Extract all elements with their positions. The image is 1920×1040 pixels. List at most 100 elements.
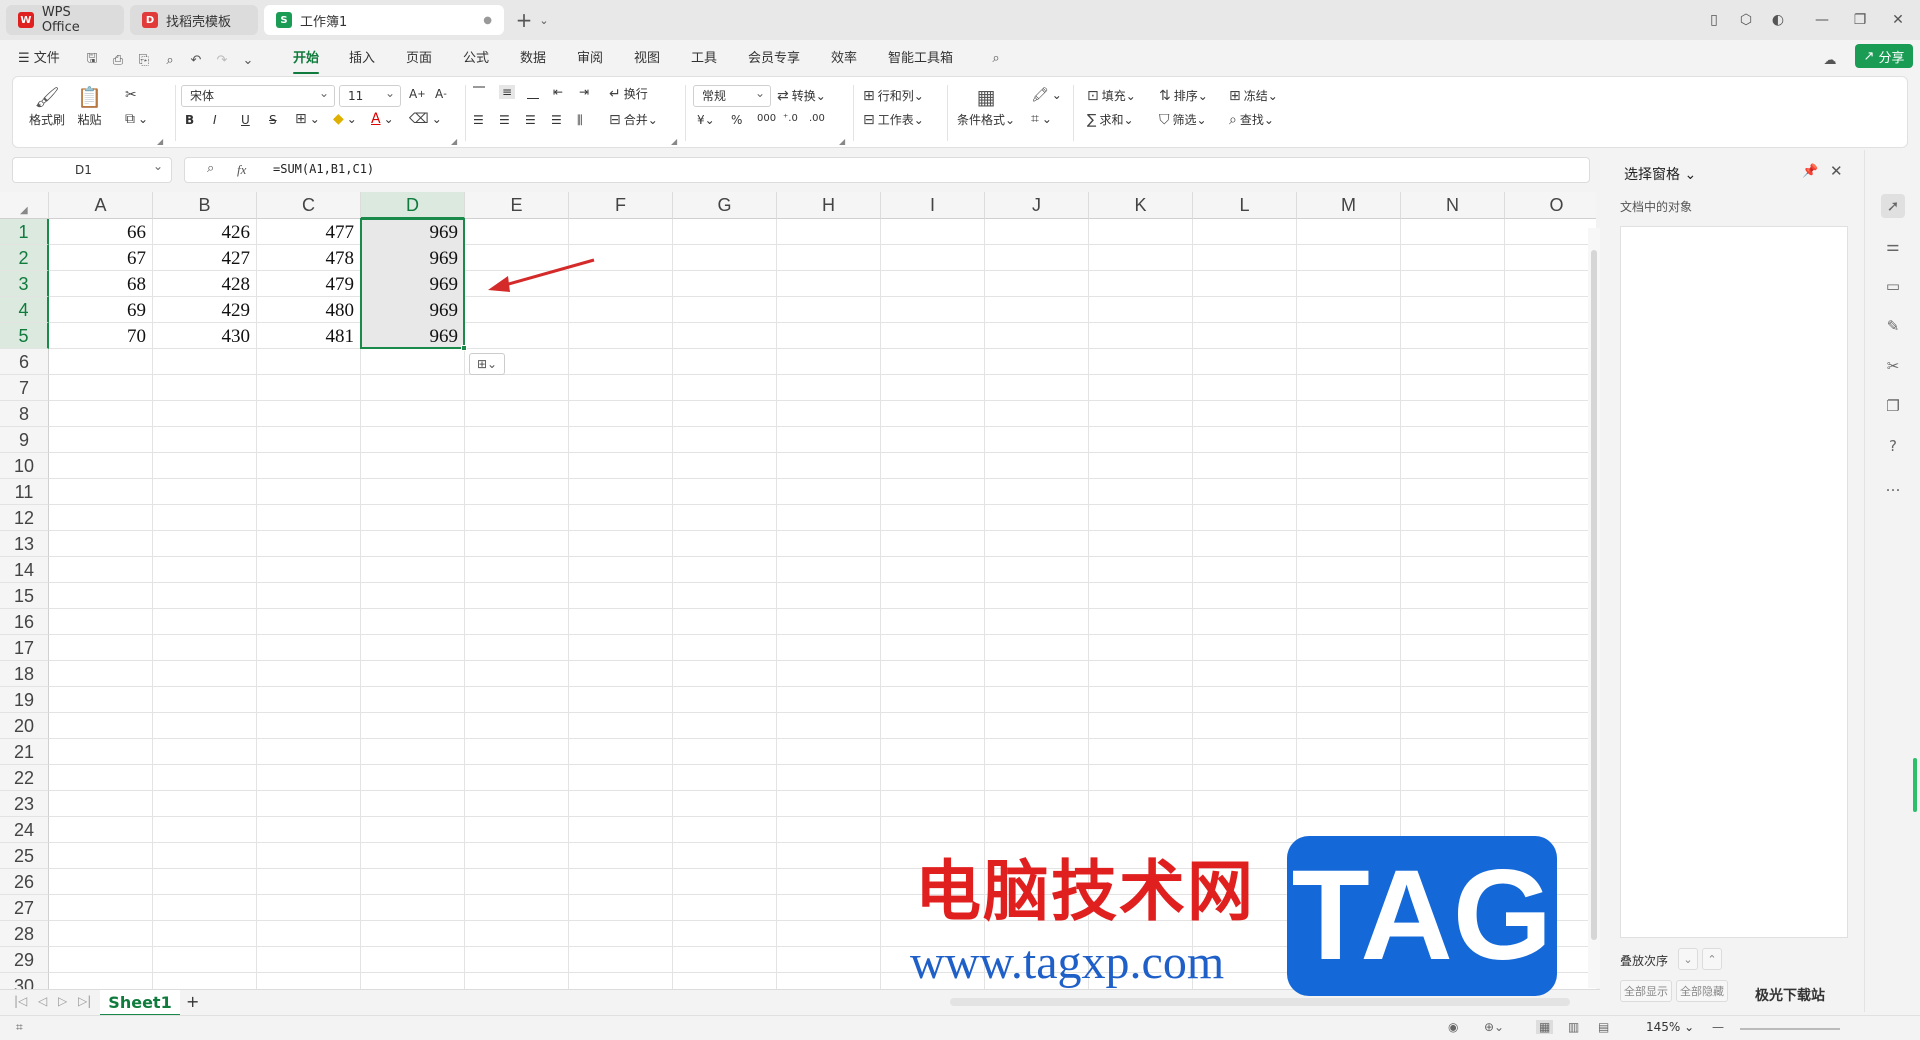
tab-view[interactable]: 视图: [634, 48, 660, 70]
undo-icon[interactable]: ↶: [188, 52, 204, 68]
row-header-11[interactable]: 11: [0, 479, 49, 505]
convert-button[interactable]: ⇄ 转换 ⌄: [777, 87, 826, 104]
row-header-5[interactable]: 5: [0, 323, 49, 349]
align-bottom-icon[interactable]: ⎽: [527, 85, 539, 100]
normal-view-icon[interactable]: ▦: [1536, 1020, 1554, 1034]
row-header-30[interactable]: 30: [0, 973, 49, 989]
cell-c3[interactable]: 479: [257, 271, 360, 297]
column-header-n[interactable]: N: [1401, 192, 1505, 219]
focus-icon[interactable]: ⊕⌄: [1484, 1020, 1504, 1034]
column-header-o[interactable]: O: [1505, 192, 1596, 219]
share-button[interactable]: ↗ 分享: [1855, 44, 1913, 68]
worksheet-button[interactable]: ⊟ 工作表 ⌄: [863, 111, 924, 128]
distribute-icon[interactable]: ⫼: [577, 113, 583, 128]
move-up-button[interactable]: ⌃: [1702, 948, 1722, 970]
align-top-icon[interactable]: ⎺: [473, 85, 485, 100]
number-format-select[interactable]: 常规: [693, 83, 771, 107]
print-preview-icon[interactable]: ⌕: [162, 52, 178, 68]
column-header-c[interactable]: C: [257, 192, 361, 219]
increase-font-icon[interactable]: A +: [409, 87, 426, 101]
sheet-tab-sheet1[interactable]: Sheet1: [100, 990, 180, 1016]
save-icon[interactable]: 🖫: [84, 51, 100, 68]
print-icon[interactable]: ⎘: [136, 52, 152, 68]
row-header-29[interactable]: 29: [0, 947, 49, 973]
row-header-25[interactable]: 25: [0, 843, 49, 869]
select-pointer-icon[interactable]: ➚: [1881, 194, 1905, 218]
prev-sheet-icon[interactable]: ◁: [38, 994, 47, 1008]
help-icon[interactable]: ?: [1881, 434, 1905, 458]
formula-bar[interactable]: ⌕ fx =SUM(A1,B1,C1): [184, 157, 1590, 183]
column-header-a[interactable]: A: [49, 192, 153, 219]
next-sheet-icon[interactable]: ▷: [58, 994, 67, 1008]
cell-c4[interactable]: 480: [257, 297, 360, 323]
cell-a1[interactable]: 66: [49, 219, 152, 245]
cell-b1[interactable]: 426: [153, 219, 256, 245]
unsaved-dot-icon[interactable]: ●: [483, 15, 492, 26]
tab-tools[interactable]: 工具: [691, 48, 717, 70]
vertical-scroll-thumb[interactable]: [1591, 250, 1597, 940]
border-button[interactable]: ⊞ ⌄: [295, 111, 320, 127]
page-break-icon[interactable]: ▤: [1598, 1020, 1609, 1034]
move-down-button[interactable]: ⌄: [1678, 948, 1698, 970]
cloud-icon[interactable]: ☁: [1822, 52, 1838, 68]
fill-color-button[interactable]: ◆ ⌄: [333, 111, 357, 127]
font-name-select[interactable]: 宋体: [181, 83, 335, 107]
thousands-icon[interactable]: 000: [757, 113, 776, 124]
cell-a5[interactable]: 70: [49, 323, 152, 349]
last-sheet-icon[interactable]: ▷|: [78, 994, 91, 1008]
sum-button[interactable]: ∑ 求和 ⌄: [1087, 111, 1134, 128]
comment-icon[interactable]: ▭: [1881, 274, 1905, 298]
column-header-d[interactable]: D: [361, 192, 465, 219]
more-icon[interactable]: …: [1881, 474, 1905, 498]
horizontal-scrollbar[interactable]: [950, 998, 1570, 1006]
fx-icon[interactable]: fx: [237, 162, 246, 178]
tools-icon[interactable]: ✂: [1881, 354, 1905, 378]
search-icon[interactable]: ⌕: [988, 50, 1004, 66]
row-header-16[interactable]: 16: [0, 609, 49, 635]
row-header-28[interactable]: 28: [0, 921, 49, 947]
export-icon[interactable]: ⎙: [110, 52, 126, 68]
row-header-27[interactable]: 27: [0, 895, 49, 921]
italic-button[interactable]: I: [213, 113, 217, 127]
tab-efficiency[interactable]: 效率: [831, 48, 857, 70]
underline-button[interactable]: U: [241, 113, 250, 127]
avatar[interactable]: ◐: [1766, 8, 1790, 32]
column-header-m[interactable]: M: [1297, 192, 1401, 219]
row-header-26[interactable]: 26: [0, 869, 49, 895]
row-header-15[interactable]: 15: [0, 583, 49, 609]
column-header-g[interactable]: G: [673, 192, 777, 219]
align-center-icon[interactable]: ☰: [499, 113, 510, 127]
minimize-icon[interactable]: —: [1810, 8, 1834, 32]
zoom-slider[interactable]: [1740, 1028, 1840, 1030]
tab-start[interactable]: 开始: [293, 48, 320, 74]
book-icon[interactable]: ❐: [1881, 394, 1905, 418]
redo-icon[interactable]: ↷: [214, 52, 230, 68]
tab-smart-toolbox[interactable]: 智能工具箱: [888, 48, 953, 70]
row-header-10[interactable]: 10: [0, 453, 49, 479]
row-header-7[interactable]: 7: [0, 375, 49, 401]
cell-b3[interactable]: 428: [153, 271, 256, 297]
page-layout-icon[interactable]: ▥: [1568, 1020, 1579, 1034]
hide-all-button[interactable]: 全部隐藏: [1676, 980, 1728, 1002]
row-header-8[interactable]: 8: [0, 401, 49, 427]
cell-b5[interactable]: 430: [153, 323, 256, 349]
sort-button[interactable]: ⇅ 排序 ⌄: [1159, 87, 1208, 104]
cell-format-button[interactable]: ⌗ ⌄: [1031, 111, 1052, 127]
decrease-font-icon[interactable]: A-: [435, 87, 447, 101]
tab-workbook[interactable]: S 工作簿1 ●: [264, 5, 504, 35]
row-header-20[interactable]: 20: [0, 713, 49, 739]
add-sheet-button[interactable]: +: [186, 992, 199, 1011]
chart-edit-icon[interactable]: ✎: [1881, 314, 1905, 338]
tab-page[interactable]: 页面: [406, 48, 432, 70]
formula-input[interactable]: =SUM(A1,B1,C1): [273, 162, 374, 176]
cell-b2[interactable]: 427: [153, 245, 256, 271]
layout-icon[interactable]: ▯: [1702, 8, 1726, 32]
cube-icon[interactable]: ⬡: [1734, 8, 1758, 32]
copy-button[interactable]: ⧉ ⌄: [125, 111, 148, 127]
tab-list-chevron-icon[interactable]: ⌄: [532, 8, 556, 32]
tab-template[interactable]: D 找稻壳模板: [130, 5, 258, 35]
increase-decimal-icon[interactable]: ⁺.0: [783, 113, 798, 124]
align-right-icon[interactable]: ☰: [525, 113, 536, 127]
column-header-l[interactable]: L: [1193, 192, 1297, 219]
column-header-h[interactable]: H: [777, 192, 881, 219]
